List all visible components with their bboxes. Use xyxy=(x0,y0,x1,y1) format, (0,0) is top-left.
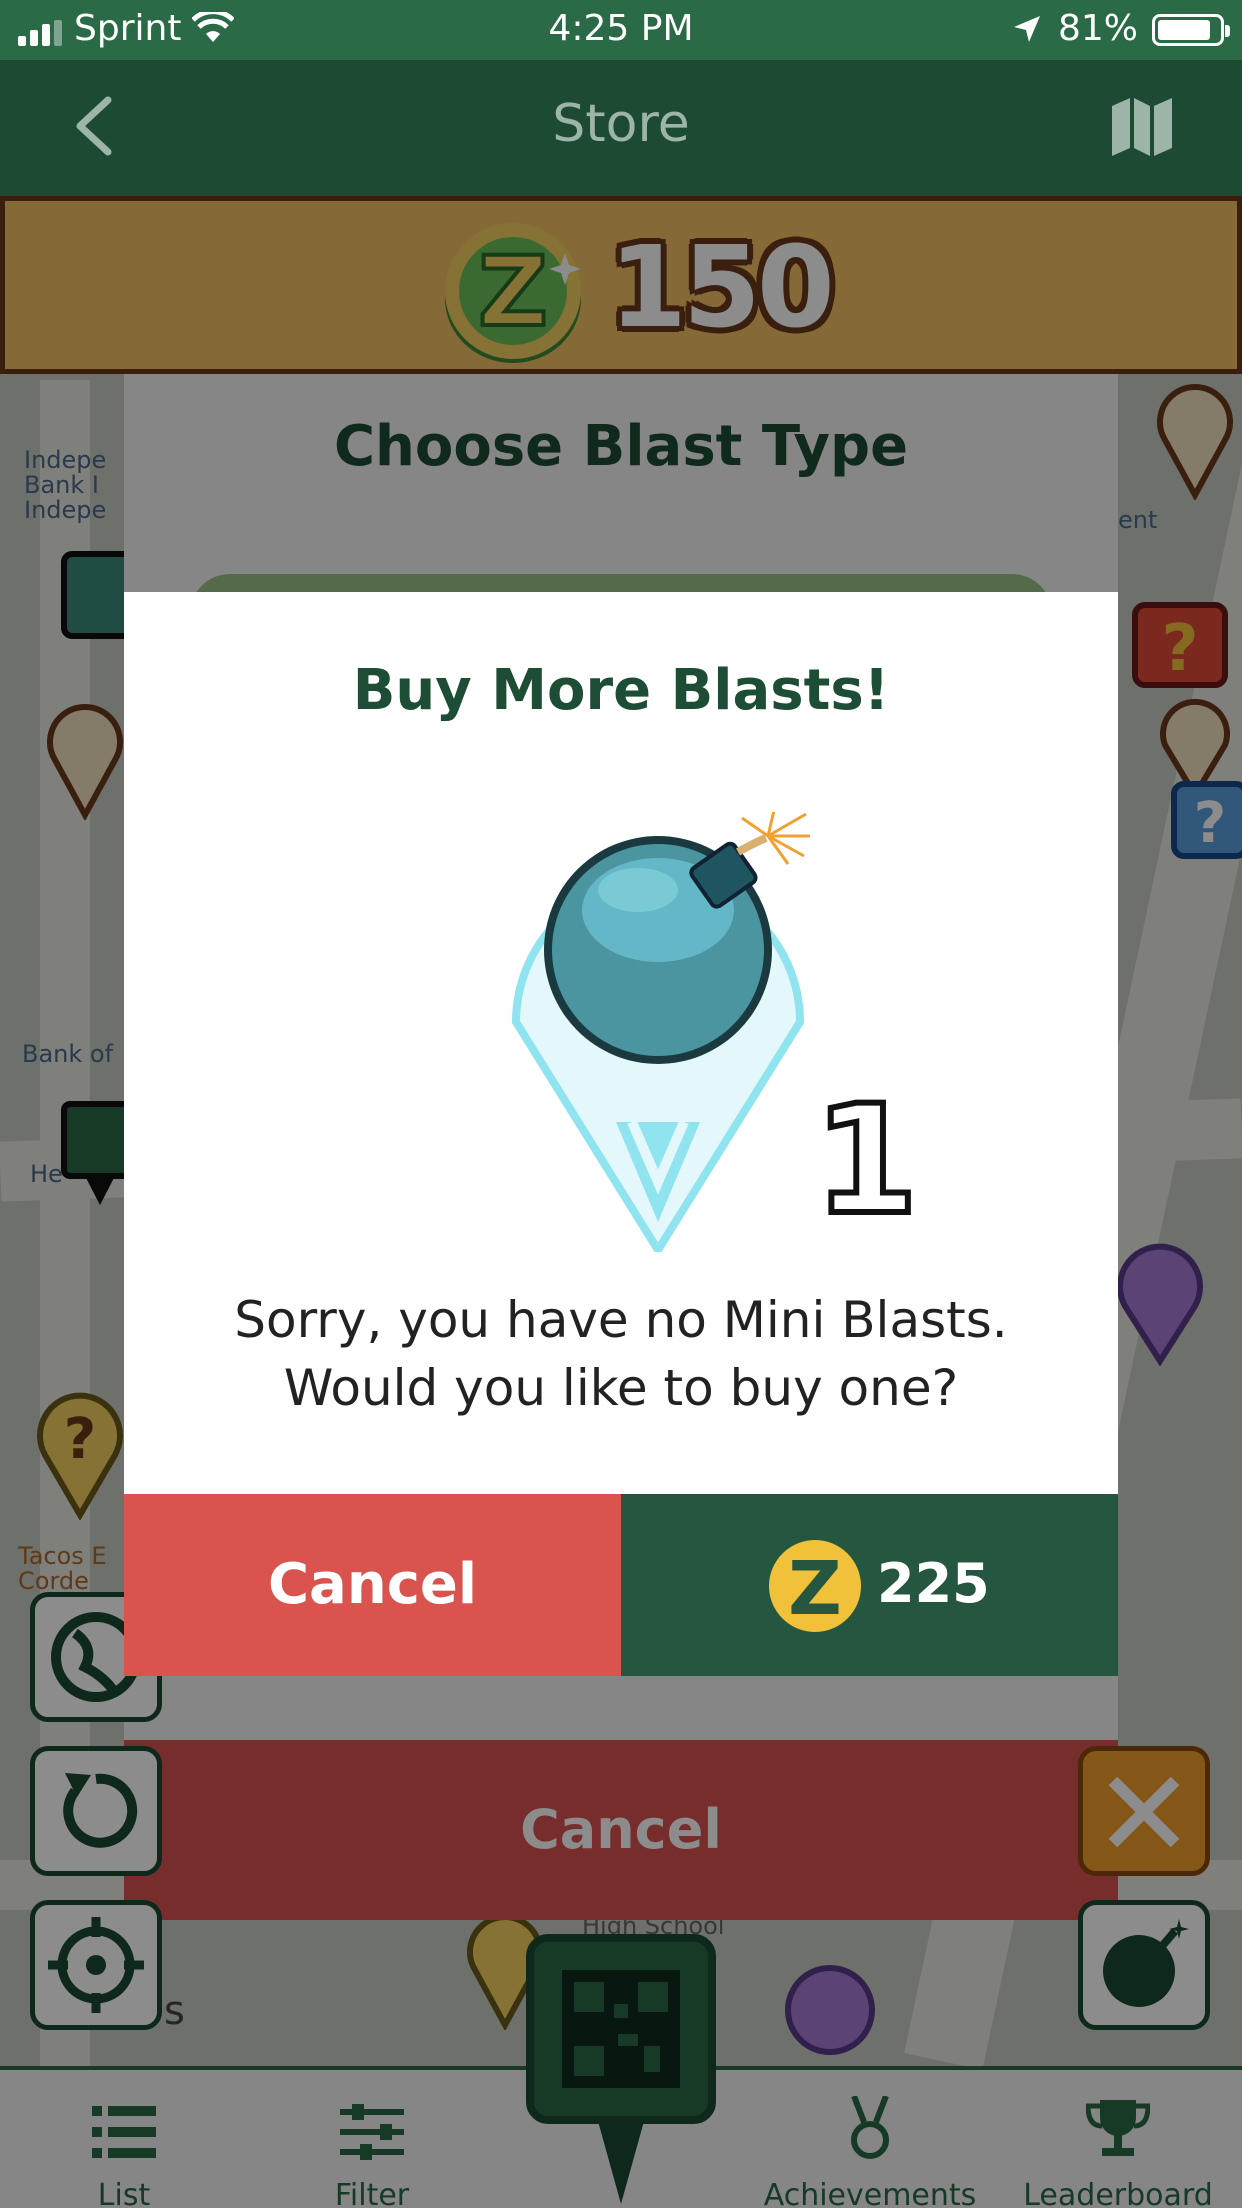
price-amount: 225 xyxy=(877,1552,990,1615)
location-arrow-icon xyxy=(1014,16,1040,42)
status-bar: Sprint 4:25 PM 81% xyxy=(0,0,1242,60)
dialog-message-line1: Sorry, you have no Mini Blasts. xyxy=(234,1291,1008,1349)
map-icon[interactable] xyxy=(1112,98,1172,156)
page-title: Store xyxy=(552,94,690,154)
svg-text:Z: Z xyxy=(788,1546,842,1632)
dialog-cancel-button[interactable]: Cancel xyxy=(124,1494,621,1676)
dialog-message: Sorry, you have no Mini Blasts. Would yo… xyxy=(164,1286,1078,1422)
zeetok-coin-icon: Z xyxy=(769,1540,861,1632)
battery-percent: 81% xyxy=(1057,8,1138,49)
dialog-message-line2: Would you like to buy one? xyxy=(283,1359,959,1417)
mini-blast-icon: 1 xyxy=(511,812,921,1252)
buy-with-coins-button[interactable]: Z 225 xyxy=(621,1494,1118,1676)
status-time: 4:25 PM xyxy=(548,8,694,49)
blast-count: 1 xyxy=(814,1074,918,1248)
nav-bar: Store xyxy=(0,60,1242,196)
buy-blasts-dialog: Buy More Blasts! 1 Sorry, you have no Mi… xyxy=(124,592,1118,1676)
battery-icon xyxy=(1152,14,1230,46)
dialog-title: Buy More Blasts! xyxy=(352,658,890,723)
